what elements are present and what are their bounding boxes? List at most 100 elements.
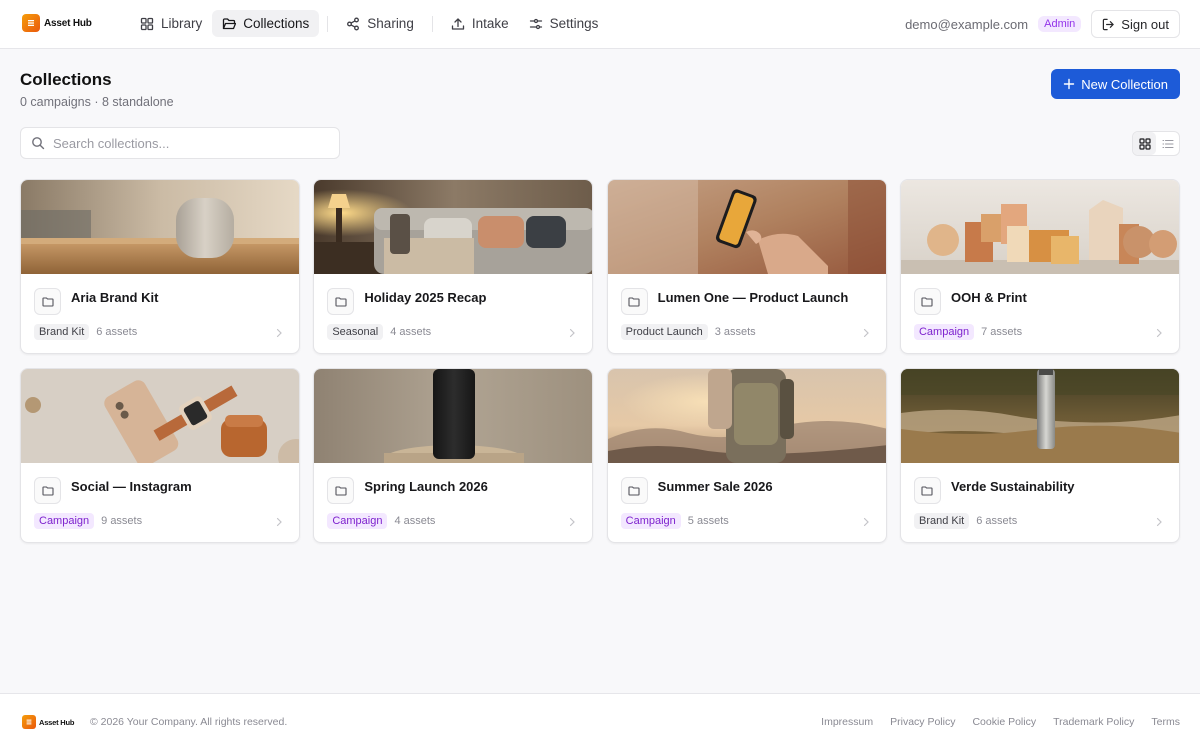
list-view-icon	[1161, 139, 1174, 148]
collection-type-tag: Product Launch	[620, 324, 708, 340]
collection-thumbnail	[607, 369, 886, 463]
new-collection-button[interactable]: New Collection	[1051, 69, 1180, 99]
collection-title: Verde Sustainability	[950, 479, 1075, 494]
nav-collections-label: Collections	[243, 16, 310, 31]
chevron-right-icon	[276, 328, 282, 338]
folder-icon-box	[34, 288, 61, 315]
asset-count: 6 assets	[96, 326, 138, 338]
share-icon	[347, 17, 360, 30]
footer-link-terms[interactable]: Terms	[1151, 716, 1180, 728]
nav-divider	[431, 15, 433, 32]
collection-type-tag: Seasonal	[327, 324, 384, 340]
asset-count: 7 assets	[981, 326, 1023, 338]
nav-collections[interactable]: Collections	[212, 10, 320, 37]
plus-icon	[1064, 78, 1075, 90]
sign-out-label: Sign out	[1121, 16, 1169, 32]
collection-title: Spring Launch 2026	[364, 479, 488, 494]
nav-intake[interactable]: Intake	[441, 10, 519, 37]
chevron-right-icon	[1156, 328, 1162, 338]
collection-card[interactable]: OOH & Print Campaign 7 assets	[899, 179, 1180, 354]
new-collection-label: New Collection	[1081, 76, 1168, 92]
chevron-right-icon	[863, 328, 869, 338]
collection-title: OOH & Print	[950, 290, 1027, 305]
search-box	[20, 127, 340, 159]
collection-type-tag: Campaign	[327, 513, 388, 529]
nav-sharing-label: Sharing	[367, 16, 414, 31]
footer-logo-text: Asset Hub	[39, 717, 75, 727]
upload-icon	[451, 17, 464, 30]
collection-card[interactable]: Social — Instagram Campaign 9 assets	[20, 368, 300, 543]
folder-icon	[41, 485, 54, 496]
collection-title: Summer Sale 2026	[657, 479, 773, 494]
footer-link-trademark[interactable]: Trademark Policy	[1053, 716, 1134, 728]
folder-open-icon	[223, 17, 237, 29]
collection-card[interactable]: Verde Sustainability Brand Kit 6 assets	[899, 368, 1180, 543]
folder-icon	[335, 485, 347, 496]
user-email: demo@example.com	[905, 16, 1029, 32]
asset-count: 4 assets	[390, 326, 432, 338]
folder-icon	[41, 296, 54, 307]
collection-card[interactable]: Summer Sale 2026 Campaign 5 assets	[606, 368, 887, 543]
asset-count: 6 assets	[976, 515, 1018, 527]
folder-icon	[921, 296, 934, 307]
collection-thumbnail	[314, 369, 593, 463]
folder-icon-box	[327, 288, 355, 315]
folder-icon-box	[620, 477, 648, 504]
grid-view-button[interactable]	[1133, 132, 1156, 155]
nav-settings[interactable]: Settings	[519, 10, 609, 37]
folder-icon-box	[913, 477, 941, 504]
footer-links: Impressum Privacy Policy Cookie Policy T…	[821, 716, 1180, 728]
folder-icon-box	[913, 288, 941, 315]
collection-card[interactable]: Aria Brand Kit Brand Kit 6 assets	[20, 179, 300, 354]
collection-type-tag: Campaign	[913, 324, 975, 340]
folder-icon	[628, 296, 640, 307]
nav-intake-label: Intake	[471, 16, 509, 31]
collection-type-tag: Campaign	[620, 513, 681, 529]
collection-thumbnail	[21, 180, 299, 274]
nav-divider	[327, 15, 329, 32]
logout-icon	[1103, 18, 1115, 30]
chevron-right-icon	[570, 517, 576, 527]
footer-link-privacy[interactable]: Privacy Policy	[890, 716, 955, 728]
collection-type-tag: Brand Kit	[913, 513, 970, 529]
app-logo[interactable]: Asset Hub	[22, 14, 92, 32]
collection-type-tag: Campaign	[34, 513, 95, 529]
logo-mark-icon	[22, 715, 36, 729]
nav-library[interactable]: Library	[130, 10, 212, 37]
folder-icon	[335, 296, 347, 307]
footer-link-impressum[interactable]: Impressum	[821, 716, 873, 728]
folder-icon	[921, 485, 934, 496]
collection-thumbnail	[900, 369, 1179, 463]
collection-card[interactable]: Holiday 2025 Recap Seasonal 4 assets	[313, 179, 594, 354]
collection-title: Aria Brand Kit	[71, 290, 159, 305]
collection-title: Social — Instagram	[71, 479, 192, 494]
folder-icon	[628, 485, 640, 496]
list-view-button[interactable]	[1156, 132, 1179, 155]
sign-out-button[interactable]: Sign out	[1091, 10, 1180, 38]
page-subtitle: 0 campaigns · 8 standalone	[20, 95, 174, 109]
nav-sharing[interactable]: Sharing	[336, 10, 424, 37]
collection-title: Lumen One — Product Launch	[657, 290, 849, 305]
asset-count: 5 assets	[687, 515, 729, 527]
chevron-right-icon	[276, 517, 282, 527]
nav-settings-label: Settings	[549, 16, 599, 31]
chevron-right-icon	[1156, 517, 1162, 527]
folder-icon-box	[620, 288, 648, 315]
search-input[interactable]	[53, 135, 313, 151]
collection-type-tag: Brand Kit	[34, 324, 90, 340]
chevron-right-icon	[863, 517, 869, 527]
folder-icon-box	[327, 477, 355, 504]
collection-card[interactable]: Spring Launch 2026 Campaign 4 assets	[313, 368, 594, 543]
search-icon	[32, 137, 45, 150]
asset-count: 9 assets	[101, 515, 143, 527]
chevron-right-icon	[570, 328, 576, 338]
footer-logo[interactable]: Asset Hub	[22, 715, 74, 729]
nav-library-label: Library	[161, 16, 203, 31]
collection-card[interactable]: Lumen One — Product Launch Product Launc…	[606, 179, 887, 354]
logo-text: Asset Hub	[44, 17, 92, 29]
collection-thumbnail	[314, 180, 593, 274]
role-badge: Admin	[1038, 16, 1082, 32]
grid-icon	[140, 17, 154, 30]
footer-link-cookie[interactable]: Cookie Policy	[972, 716, 1036, 728]
top-navigation-bar: Asset Hub Library Collections Sharing In…	[0, 0, 1200, 49]
